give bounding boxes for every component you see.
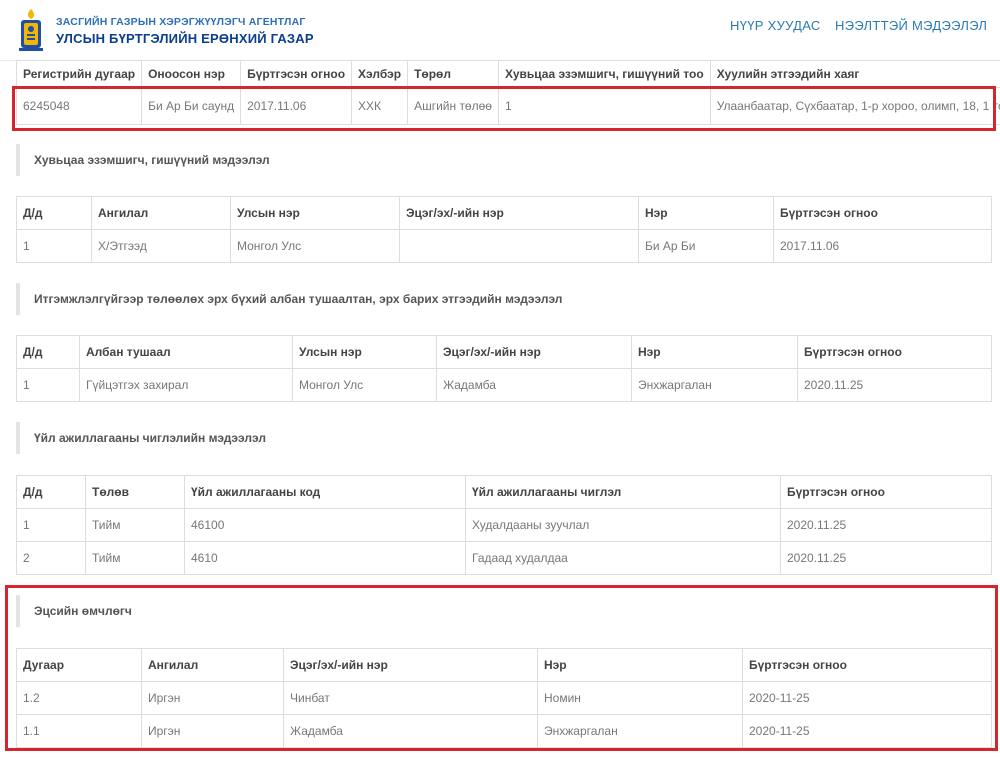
- cell-index: 1: [16, 229, 92, 263]
- cell-activity-direction: Гадаад худалдаа: [465, 541, 781, 575]
- col-name: Нэр: [631, 335, 798, 369]
- nav-home-link[interactable]: НҮҮР ХУУДАС: [730, 18, 821, 33]
- cell-position: Гүйцэтгэх захирал: [79, 368, 293, 402]
- col-status: Төлөв: [85, 475, 185, 509]
- nav-public-info-link[interactable]: НЭЭЛТТЭЙ МЭДЭЭЛЭЛ: [835, 18, 987, 33]
- table-row: 1 Х/Этгээд Монгол Улс Би Ар Би 2017.11.0…: [16, 229, 992, 263]
- cell-parent-name: Жадамба: [436, 368, 632, 402]
- section-title-shareholders: Хувьцаа эзэмшигч, гишүүний мэдээлэл: [16, 144, 270, 176]
- cell-index: 2: [16, 541, 86, 575]
- col-form: Хэлбэр: [351, 60, 409, 88]
- col-name: Нэр: [638, 196, 774, 230]
- cell-country: Монгол Улс: [292, 368, 437, 402]
- activities-table: Д/д Төлөв Үйл ажиллагааны код Үйл ажилла…: [16, 475, 992, 575]
- soyombo-emblem-icon[interactable]: [16, 8, 46, 52]
- col-country: Улсын нэр: [230, 196, 400, 230]
- cell-name: Энхжаргалан: [631, 368, 798, 402]
- section-title-officials: Итгэмжлэлгүйгээр төлөөлөх эрх бүхий алба…: [16, 283, 562, 315]
- cell-name: Би Ар Би: [638, 229, 774, 263]
- site-header: ЗАСГИЙН ГАЗРЫН ХЭРЭГЖҮҮЛЭГЧ АГЕНТЛАГ УЛС…: [0, 0, 1000, 61]
- cell-activity-code: 46100: [184, 508, 466, 542]
- col-registered-date: Бүртгэсэн огноо: [773, 196, 992, 230]
- cell-status: Тийм: [85, 541, 185, 575]
- highlight-box-company: [12, 86, 996, 131]
- col-country: Улсын нэр: [292, 335, 437, 369]
- col-company-name: Оноосон нэр: [141, 60, 242, 88]
- col-index: Д/д: [16, 196, 92, 230]
- col-parent-name: Эцэг/эх/-ийн нэр: [399, 196, 639, 230]
- table-row: 1 Тийм 46100 Худалдааны зуучлал 2020.11.…: [16, 508, 992, 542]
- shareholders-table: Д/д Ангилал Улсын нэр Эцэг/эх/-ийн нэр Н…: [16, 196, 992, 263]
- col-index: Д/д: [16, 475, 86, 509]
- col-category: Ангилал: [91, 196, 231, 230]
- cell-category: Х/Этгээд: [91, 229, 231, 263]
- cell-activity-code: 4610: [184, 541, 466, 575]
- cell-registered-date: 2017.11.06: [773, 229, 992, 263]
- table-row: 2 Тийм 4610 Гадаад худалдаа 2020.11.25: [16, 541, 992, 575]
- section-title-activities: Үйл ажиллагааны чиглэлийн мэдээлэл: [16, 422, 266, 454]
- cell-registered-date: 2020.11.25: [780, 508, 992, 542]
- cell-parent-name: [399, 229, 639, 263]
- officials-table: Д/д Албан тушаал Улсын нэр Эцэг/эх/-ийн …: [16, 335, 992, 402]
- col-type: Төрөл: [407, 60, 499, 88]
- cell-country: Монгол Улс: [230, 229, 400, 263]
- table-row: 1 Гүйцэтгэх захирал Монгол Улс Жадамба Э…: [16, 368, 992, 402]
- col-activity-code: Үйл ажиллагааны код: [184, 475, 466, 509]
- org-title[interactable]: УЛСЫН БҮРТГЭЛИЙН ЕРӨНХИЙ ГАЗАР: [56, 31, 314, 46]
- col-registered-date: Бүртгэсэн огноо: [797, 335, 992, 369]
- col-register-number: Регистрийн дугаар: [15, 60, 143, 88]
- cell-index: 1: [16, 508, 86, 542]
- cell-registered-date: 2020.11.25: [797, 368, 992, 402]
- col-address: Хуулийн этгээдийн хаяг: [709, 60, 1000, 88]
- cell-registered-date: 2020.11.25: [780, 541, 992, 575]
- col-activity-direction: Үйл ажиллагааны чиглэл: [465, 475, 781, 509]
- col-registered-date: Бүртгэсэн огноо: [240, 60, 353, 88]
- col-index: Д/д: [16, 335, 80, 369]
- cell-activity-direction: Худалдааны зуучлал: [465, 508, 781, 542]
- highlight-box-beneficiaries: [5, 585, 998, 751]
- cell-status: Тийм: [85, 508, 185, 542]
- col-position: Албан тушаал: [79, 335, 293, 369]
- col-shareholder-count: Хувьцаа эзэмшигч, гишүүний тоо: [497, 60, 711, 88]
- cell-index: 1: [16, 368, 80, 402]
- org-subtitle: ЗАСГИЙН ГАЗРЫН ХЭРЭГЖҮҮЛЭГЧ АГЕНТЛАГ: [56, 16, 306, 28]
- col-registered-date: Бүртгэсэн огноо: [780, 475, 992, 509]
- col-parent-name: Эцэг/эх/-ийн нэр: [436, 335, 632, 369]
